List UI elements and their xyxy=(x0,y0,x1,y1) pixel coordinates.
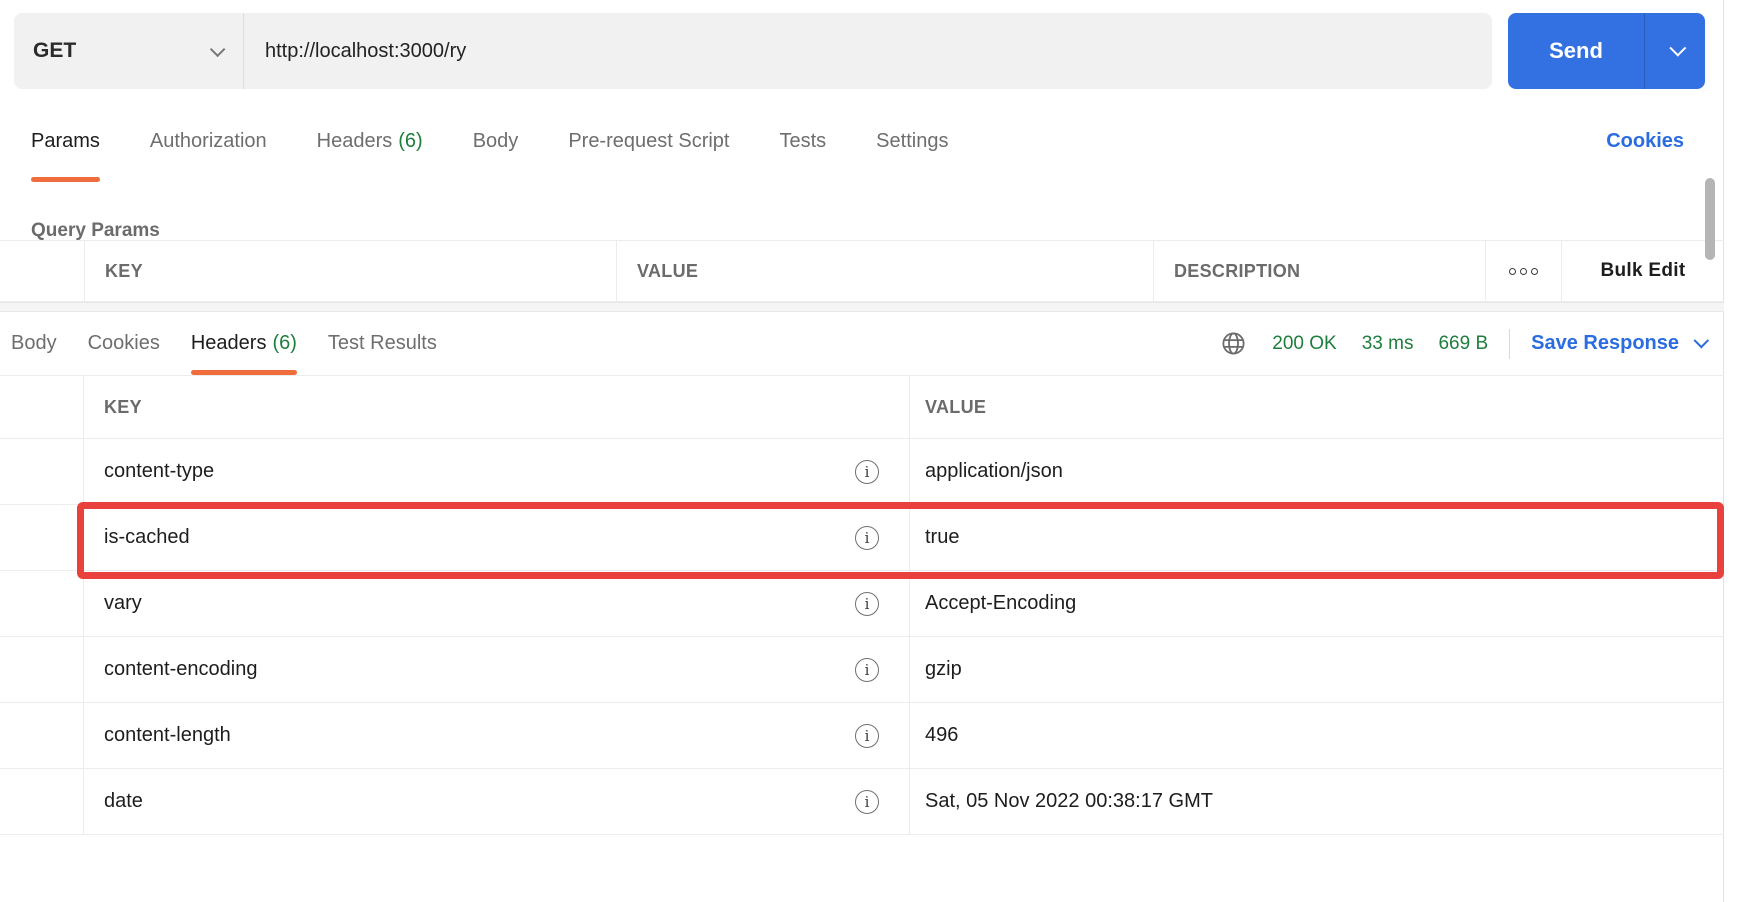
response-tabs: Body Cookies Headers (6) Test Results xyxy=(11,312,437,375)
save-response-button[interactable]: Save Response xyxy=(1531,332,1710,355)
tab-settings[interactable]: Settings xyxy=(876,100,948,182)
column-header-key: KEY xyxy=(84,241,616,301)
column-header-description: DESCRIPTION xyxy=(1153,241,1485,301)
tab-tests[interactable]: Tests xyxy=(779,100,826,182)
chevron-down-icon xyxy=(1669,39,1687,57)
tab-label: Tests xyxy=(779,129,827,152)
url-input[interactable] xyxy=(244,13,1492,89)
response-status-bar: 200 OK 33 ms 669 B Save Response xyxy=(1220,312,1710,375)
chevron-down-icon xyxy=(1693,332,1710,349)
header-value: application/json xyxy=(925,460,1063,482)
tab-label: Body xyxy=(472,129,519,152)
response-tab-cookies[interactable]: Cookies xyxy=(88,312,160,375)
column-header-value: VALUE xyxy=(925,396,987,417)
pane-splitter[interactable] xyxy=(0,302,1724,312)
header-key: content-encoding xyxy=(104,658,258,680)
header-key: content-length xyxy=(104,724,231,746)
network-globe-icon[interactable] xyxy=(1220,330,1247,357)
tab-label: Headers xyxy=(316,129,393,152)
tab-label: Body xyxy=(11,332,57,354)
divider xyxy=(1509,328,1511,359)
row-select-gutter xyxy=(0,241,84,301)
table-row: vary i Accept-Encoding xyxy=(0,571,1724,637)
response-headers-table: KEY VALUE content-type i application/jso… xyxy=(0,375,1724,835)
response-tab-headers[interactable]: Headers (6) xyxy=(190,312,297,375)
tab-count-badge: (6) xyxy=(272,332,297,354)
header-value: Sat, 05 Nov 2022 00:38:17 GMT xyxy=(925,790,1213,812)
header-value: Accept-Encoding xyxy=(925,592,1077,614)
row-select-gutter xyxy=(0,703,84,768)
header-key: date xyxy=(104,790,143,812)
app-window: GET Send Params Authorization Headers (6… xyxy=(0,0,1724,902)
send-options-button[interactable] xyxy=(1645,13,1705,89)
row-select-gutter xyxy=(0,769,84,834)
vertical-scrollbar-thumb[interactable] xyxy=(1705,178,1715,260)
table-row: content-encoding i gzip xyxy=(0,637,1724,703)
tab-label: Cookies xyxy=(87,332,160,354)
header-key: content-type xyxy=(104,460,215,482)
header-key: is-cached xyxy=(104,526,190,548)
response-tab-body[interactable]: Body xyxy=(11,312,57,375)
info-icon[interactable]: i xyxy=(855,459,879,484)
row-select-gutter xyxy=(0,571,84,636)
send-button[interactable]: Send xyxy=(1508,13,1705,89)
cookies-link[interactable]: Cookies xyxy=(1606,100,1684,182)
header-value: gzip xyxy=(925,658,962,680)
tab-params[interactable]: Params xyxy=(31,100,100,182)
info-icon[interactable]: i xyxy=(855,591,879,616)
url-group: GET xyxy=(14,13,1492,89)
table-row-highlighted: is-cached i true xyxy=(0,505,1724,571)
send-button-label[interactable]: Send xyxy=(1508,13,1644,89)
header-key: vary xyxy=(104,592,142,614)
table-row: date i Sat, 05 Nov 2022 00:38:17 GMT xyxy=(0,769,1724,835)
column-header-key: KEY xyxy=(84,376,910,438)
info-icon[interactable]: i xyxy=(855,789,879,814)
row-select-gutter xyxy=(0,376,84,438)
row-select-gutter xyxy=(0,505,84,570)
save-response-label: Save Response xyxy=(1531,332,1679,354)
more-options-icon[interactable] xyxy=(1509,267,1538,275)
bulk-edit-cell: Bulk Edit xyxy=(1561,241,1724,301)
tab-count-badge: (6) xyxy=(398,129,423,152)
more-options-cell xyxy=(1485,241,1561,301)
chevron-down-icon xyxy=(209,41,226,57)
method-select[interactable]: GET xyxy=(14,13,244,89)
bulk-edit-button[interactable]: Bulk Edit xyxy=(1600,260,1685,282)
tab-label: Params xyxy=(31,129,100,152)
tab-body[interactable]: Body xyxy=(473,100,519,182)
request-tabs: Params Authorization Headers (6) Body Pr… xyxy=(31,100,948,182)
tab-label: Test Results xyxy=(327,332,437,354)
table-row: content-length i 496 xyxy=(0,703,1724,769)
query-params-title: Query Params xyxy=(31,220,160,241)
header-value: 496 xyxy=(925,724,959,746)
tab-label: Authorization xyxy=(149,129,267,152)
method-label: GET xyxy=(33,39,77,62)
header-value: true xyxy=(925,526,960,548)
info-icon[interactable]: i xyxy=(855,657,879,682)
tab-label: Settings xyxy=(876,129,949,152)
tab-label: Pre-request Script xyxy=(568,129,730,152)
response-tab-test-results[interactable]: Test Results xyxy=(328,312,437,375)
row-select-gutter xyxy=(0,439,84,504)
column-header-value: VALUE xyxy=(616,241,1153,301)
tab-pre-request-script[interactable]: Pre-request Script xyxy=(568,100,729,182)
row-select-gutter xyxy=(0,637,84,702)
tab-label: Headers xyxy=(190,332,267,354)
request-url-bar: GET Send xyxy=(14,13,1705,89)
query-params-header-row: KEY VALUE DESCRIPTION Bulk Edit xyxy=(0,240,1724,302)
info-icon[interactable]: i xyxy=(855,525,879,550)
status-code: 200 OK xyxy=(1272,332,1337,354)
response-time: 33 ms xyxy=(1361,332,1414,354)
table-row: content-type i application/json xyxy=(0,439,1724,505)
tab-headers[interactable]: Headers (6) xyxy=(317,100,423,182)
info-icon[interactable]: i xyxy=(855,723,879,748)
table-header-row: KEY VALUE xyxy=(0,375,1724,439)
tab-authorization[interactable]: Authorization xyxy=(150,100,267,182)
response-size: 669 B xyxy=(1438,332,1489,354)
